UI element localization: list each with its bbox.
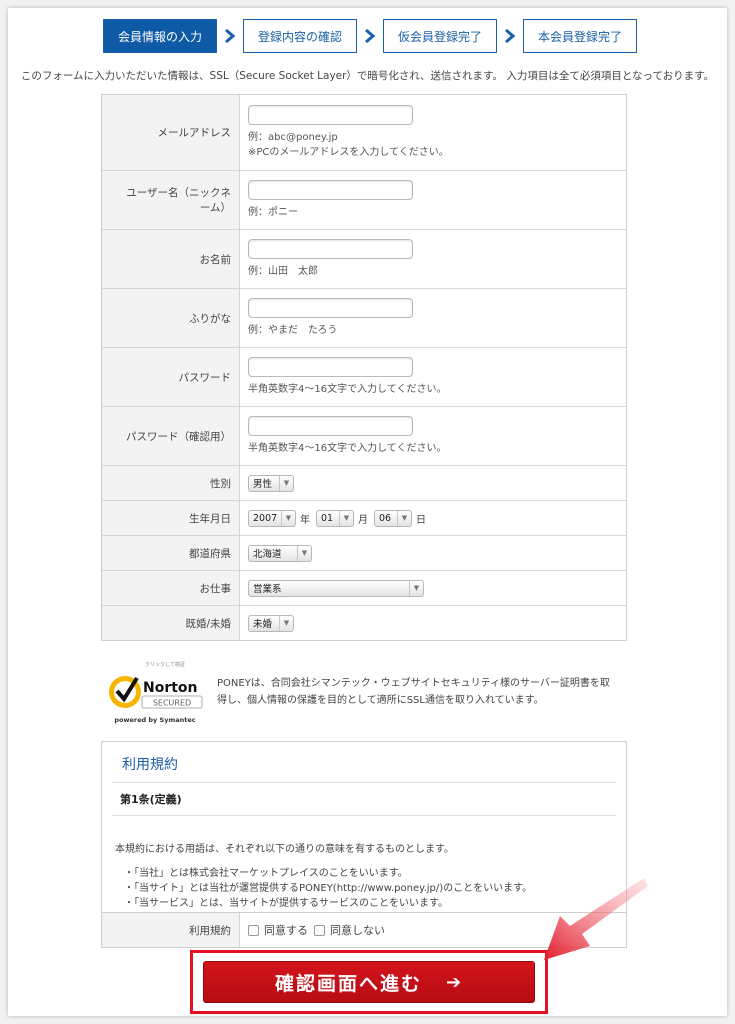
job-select[interactable]: 営業系 ▼ bbox=[248, 579, 424, 597]
form-row-name: お名前 例：山田 太郎 bbox=[102, 229, 626, 288]
furigana-label: ふりがな bbox=[102, 289, 240, 347]
terms-list: ・「当社」とは株式会社マーケットプレイスのことをいいます。 ・「当サイト」とは当… bbox=[124, 866, 532, 911]
step-complete: 本会員登録完了 bbox=[523, 19, 637, 53]
submit-label: 確認画面へ進む bbox=[274, 972, 422, 995]
chevron-down-icon: ▼ bbox=[279, 615, 293, 631]
submit-highlight-box: 確認画面へ進む ➔ bbox=[190, 950, 548, 1014]
password-confirm-hint: 半角英数字4〜16文字で入力してください。 bbox=[248, 443, 447, 454]
day-unit: 日 bbox=[416, 514, 426, 526]
norton-secured-seal[interactable]: クリックして検証 Norton SECURED powered by Syman… bbox=[105, 658, 205, 726]
registration-form: メールアドレス 例：abc@poney.jp ※PCのメールアドレスを入力してく… bbox=[101, 94, 627, 641]
chevron-right-icon bbox=[497, 29, 523, 43]
ssl-notice: このフォームに入力いただいた情報は、SSL（Secure Socket Laye… bbox=[20, 70, 715, 82]
chevron-down-icon: ▼ bbox=[281, 510, 295, 526]
month-unit: 月 bbox=[358, 514, 368, 526]
username-input[interactable] bbox=[248, 180, 413, 200]
year-unit: 年 bbox=[300, 514, 310, 526]
form-row-username: ユーザー名（ニックネーム） 例：ポニー bbox=[102, 170, 626, 229]
agree-text: 同意する bbox=[264, 924, 308, 937]
disagree-checkbox[interactable] bbox=[314, 924, 325, 936]
form-row-furigana: ふりがな 例：やまだ たろう bbox=[102, 288, 626, 347]
terms-agree-label: 利用規約 bbox=[102, 913, 240, 947]
username-hint: 例：ポニー bbox=[248, 207, 298, 218]
password-confirm-label: パスワード（確認用） bbox=[102, 407, 240, 465]
password-label: パスワード bbox=[102, 348, 240, 406]
username-label: ユーザー名（ニックネーム） bbox=[102, 171, 240, 229]
birthday-label: 生年月日 bbox=[102, 501, 240, 535]
prefecture-label: 都道府県 bbox=[102, 536, 240, 570]
prefecture-select[interactable]: 北海道 ▼ bbox=[248, 544, 312, 562]
marital-label: 既婚/未婚 bbox=[102, 606, 240, 640]
email-input[interactable] bbox=[248, 105, 413, 125]
norton-brand: Norton bbox=[143, 680, 198, 696]
furigana-input[interactable] bbox=[248, 298, 413, 318]
agree-option[interactable]: 同意する bbox=[248, 922, 308, 938]
birth-year-select[interactable]: 2007 ▼ bbox=[248, 509, 296, 527]
marital-select[interactable]: 未婚 ▼ bbox=[248, 614, 294, 632]
furigana-hint: 例：やまだ たろう bbox=[248, 325, 338, 336]
step-provisional: 仮会員登録完了 bbox=[383, 19, 497, 53]
email-hint: 例：abc@poney.jp bbox=[248, 132, 338, 143]
form-row-prefecture: 都道府県 北海道 ▼ bbox=[102, 535, 626, 570]
ssl-description: PONEYは、合同会社シマンテック・ウェブサイトセキュリティ様のサーバー証明書を… bbox=[217, 678, 610, 706]
page-frame: 会員情報の入力 登録内容の確認 仮会員登録完了 本会員登録完了 このフォームに入… bbox=[8, 8, 727, 1016]
chevron-down-icon: ▼ bbox=[409, 580, 423, 596]
list-item: ・「当サイト」とは当社が運営提供するPONEY(http://www.poney… bbox=[124, 883, 533, 894]
list-item: ・「当社」とは株式会社マーケットプレイスのことをいいます。 bbox=[124, 868, 408, 879]
gender-select[interactable]: 男性 ▼ bbox=[248, 474, 294, 492]
pointer-arrow-icon bbox=[544, 878, 648, 960]
form-row-gender: 性別 男性 ▼ bbox=[102, 465, 626, 500]
chevron-down-icon: ▼ bbox=[397, 510, 411, 526]
password-confirm-input[interactable] bbox=[248, 416, 413, 436]
chevron-down-icon: ▼ bbox=[297, 545, 311, 561]
form-row-password: パスワード 半角英数字4〜16文字で入力してください。 bbox=[102, 347, 626, 406]
agree-checkbox[interactable] bbox=[248, 924, 259, 936]
disagree-option[interactable]: 同意しない bbox=[314, 922, 385, 938]
arrow-right-icon: ➔ bbox=[445, 971, 464, 993]
job-label: お仕事 bbox=[102, 571, 240, 605]
form-row-marital: 既婚/未婚 未婚 ▼ bbox=[102, 605, 626, 640]
chevron-right-icon bbox=[357, 29, 383, 43]
norton-verify-text: クリックして検証 bbox=[145, 661, 185, 668]
list-item: ・「当サービス」とは、当サイトが提供するサービスのことをいいます。 bbox=[124, 898, 448, 909]
email-label: メールアドレス bbox=[102, 95, 240, 170]
terms-body-text: 本規約における用語は、それぞれ以下の通りの意味を有するものとします。 bbox=[115, 844, 454, 855]
step-confirm: 登録内容の確認 bbox=[243, 19, 357, 53]
email-note: ※PCのメールアドレスを入力してください。 bbox=[248, 147, 449, 158]
password-hint: 半角英数字4〜16文字で入力してください。 bbox=[248, 384, 447, 395]
gender-label: 性別 bbox=[102, 466, 240, 500]
chevron-down-icon: ▼ bbox=[279, 475, 293, 491]
form-row-job: お仕事 営業系 ▼ bbox=[102, 570, 626, 605]
form-row-email: メールアドレス 例：abc@poney.jp ※PCのメールアドレスを入力してく… bbox=[102, 95, 626, 170]
step-input: 会員情報の入力 bbox=[103, 19, 217, 53]
norton-secured: SECURED bbox=[153, 699, 191, 708]
chevron-right-icon bbox=[217, 29, 243, 43]
form-row-birthday: 生年月日 2007 ▼ 年 01 ▼ 月 06 ▼ 日 bbox=[102, 500, 626, 535]
confirm-submit-button[interactable]: 確認画面へ進む ➔ bbox=[203, 961, 535, 1003]
terms-title: 利用規約 bbox=[122, 757, 178, 773]
name-label: お名前 bbox=[102, 230, 240, 288]
terms-article-heading: 第1条(定義) bbox=[112, 782, 616, 816]
form-row-password-confirm: パスワード（確認用） 半角英数字4〜16文字で入力してください。 bbox=[102, 406, 626, 465]
progress-steps: 会員情報の入力 登録内容の確認 仮会員登録完了 本会員登録完了 bbox=[103, 19, 637, 53]
name-hint: 例：山田 太郎 bbox=[248, 266, 318, 277]
chevron-down-icon: ▼ bbox=[339, 510, 353, 526]
birth-month-select[interactable]: 01 ▼ bbox=[316, 509, 354, 527]
disagree-text: 同意しない bbox=[330, 924, 385, 937]
norton-powered: powered by Symantec bbox=[114, 716, 195, 724]
password-input[interactable] bbox=[248, 357, 413, 377]
name-input[interactable] bbox=[248, 239, 413, 259]
birth-day-select[interactable]: 06 ▼ bbox=[374, 509, 412, 527]
